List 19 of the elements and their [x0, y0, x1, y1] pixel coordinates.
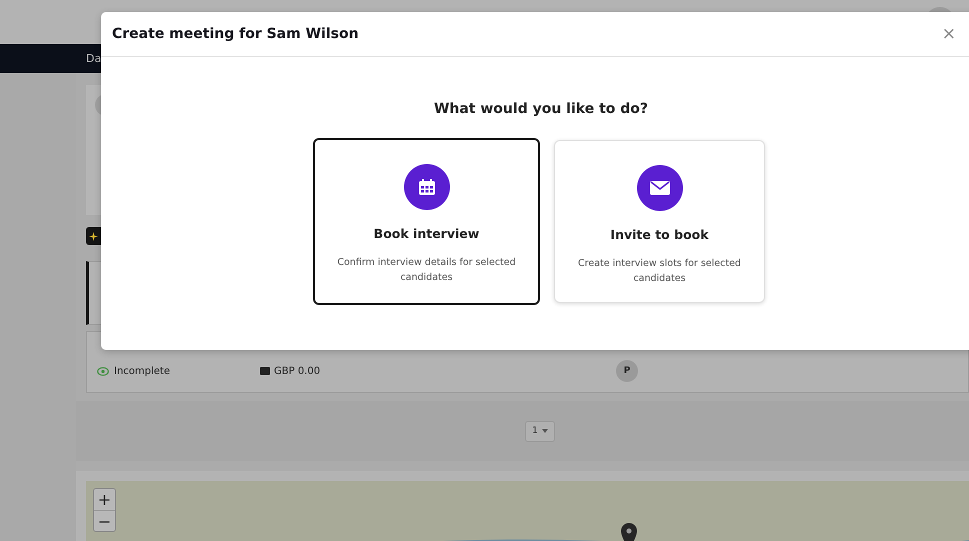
caret-icon: [542, 429, 548, 433]
eye-icon: [97, 366, 109, 376]
page-select[interactable]: 1: [525, 420, 555, 442]
zoom-out-button[interactable]: −: [94, 510, 115, 531]
avatar: P: [616, 360, 638, 382]
question-heading: What would you like to do?: [434, 101, 648, 117]
status-text: Incomplete: [114, 366, 170, 376]
dialog-title: Create meeting for Sam Wilson: [112, 26, 359, 42]
option-card[interactable]: Book interview Confirm interview details for selected candidates: [313, 138, 540, 305]
option-card[interactable]: Invite to book Create interview slots for selected candidates: [554, 140, 765, 303]
map-tile[interactable]: + −: [86, 481, 969, 541]
sparkle-icon: [89, 232, 98, 240]
amount-text: GBP 0.00: [274, 366, 320, 376]
zoom-in-button[interactable]: +: [94, 489, 115, 510]
envelope-icon: [648, 180, 670, 196]
close-button[interactable]: ×: [940, 24, 958, 44]
calendar-icon: [416, 177, 436, 197]
nav-item[interactable]: Da: [86, 52, 102, 65]
wallet-icon: [260, 367, 270, 375]
